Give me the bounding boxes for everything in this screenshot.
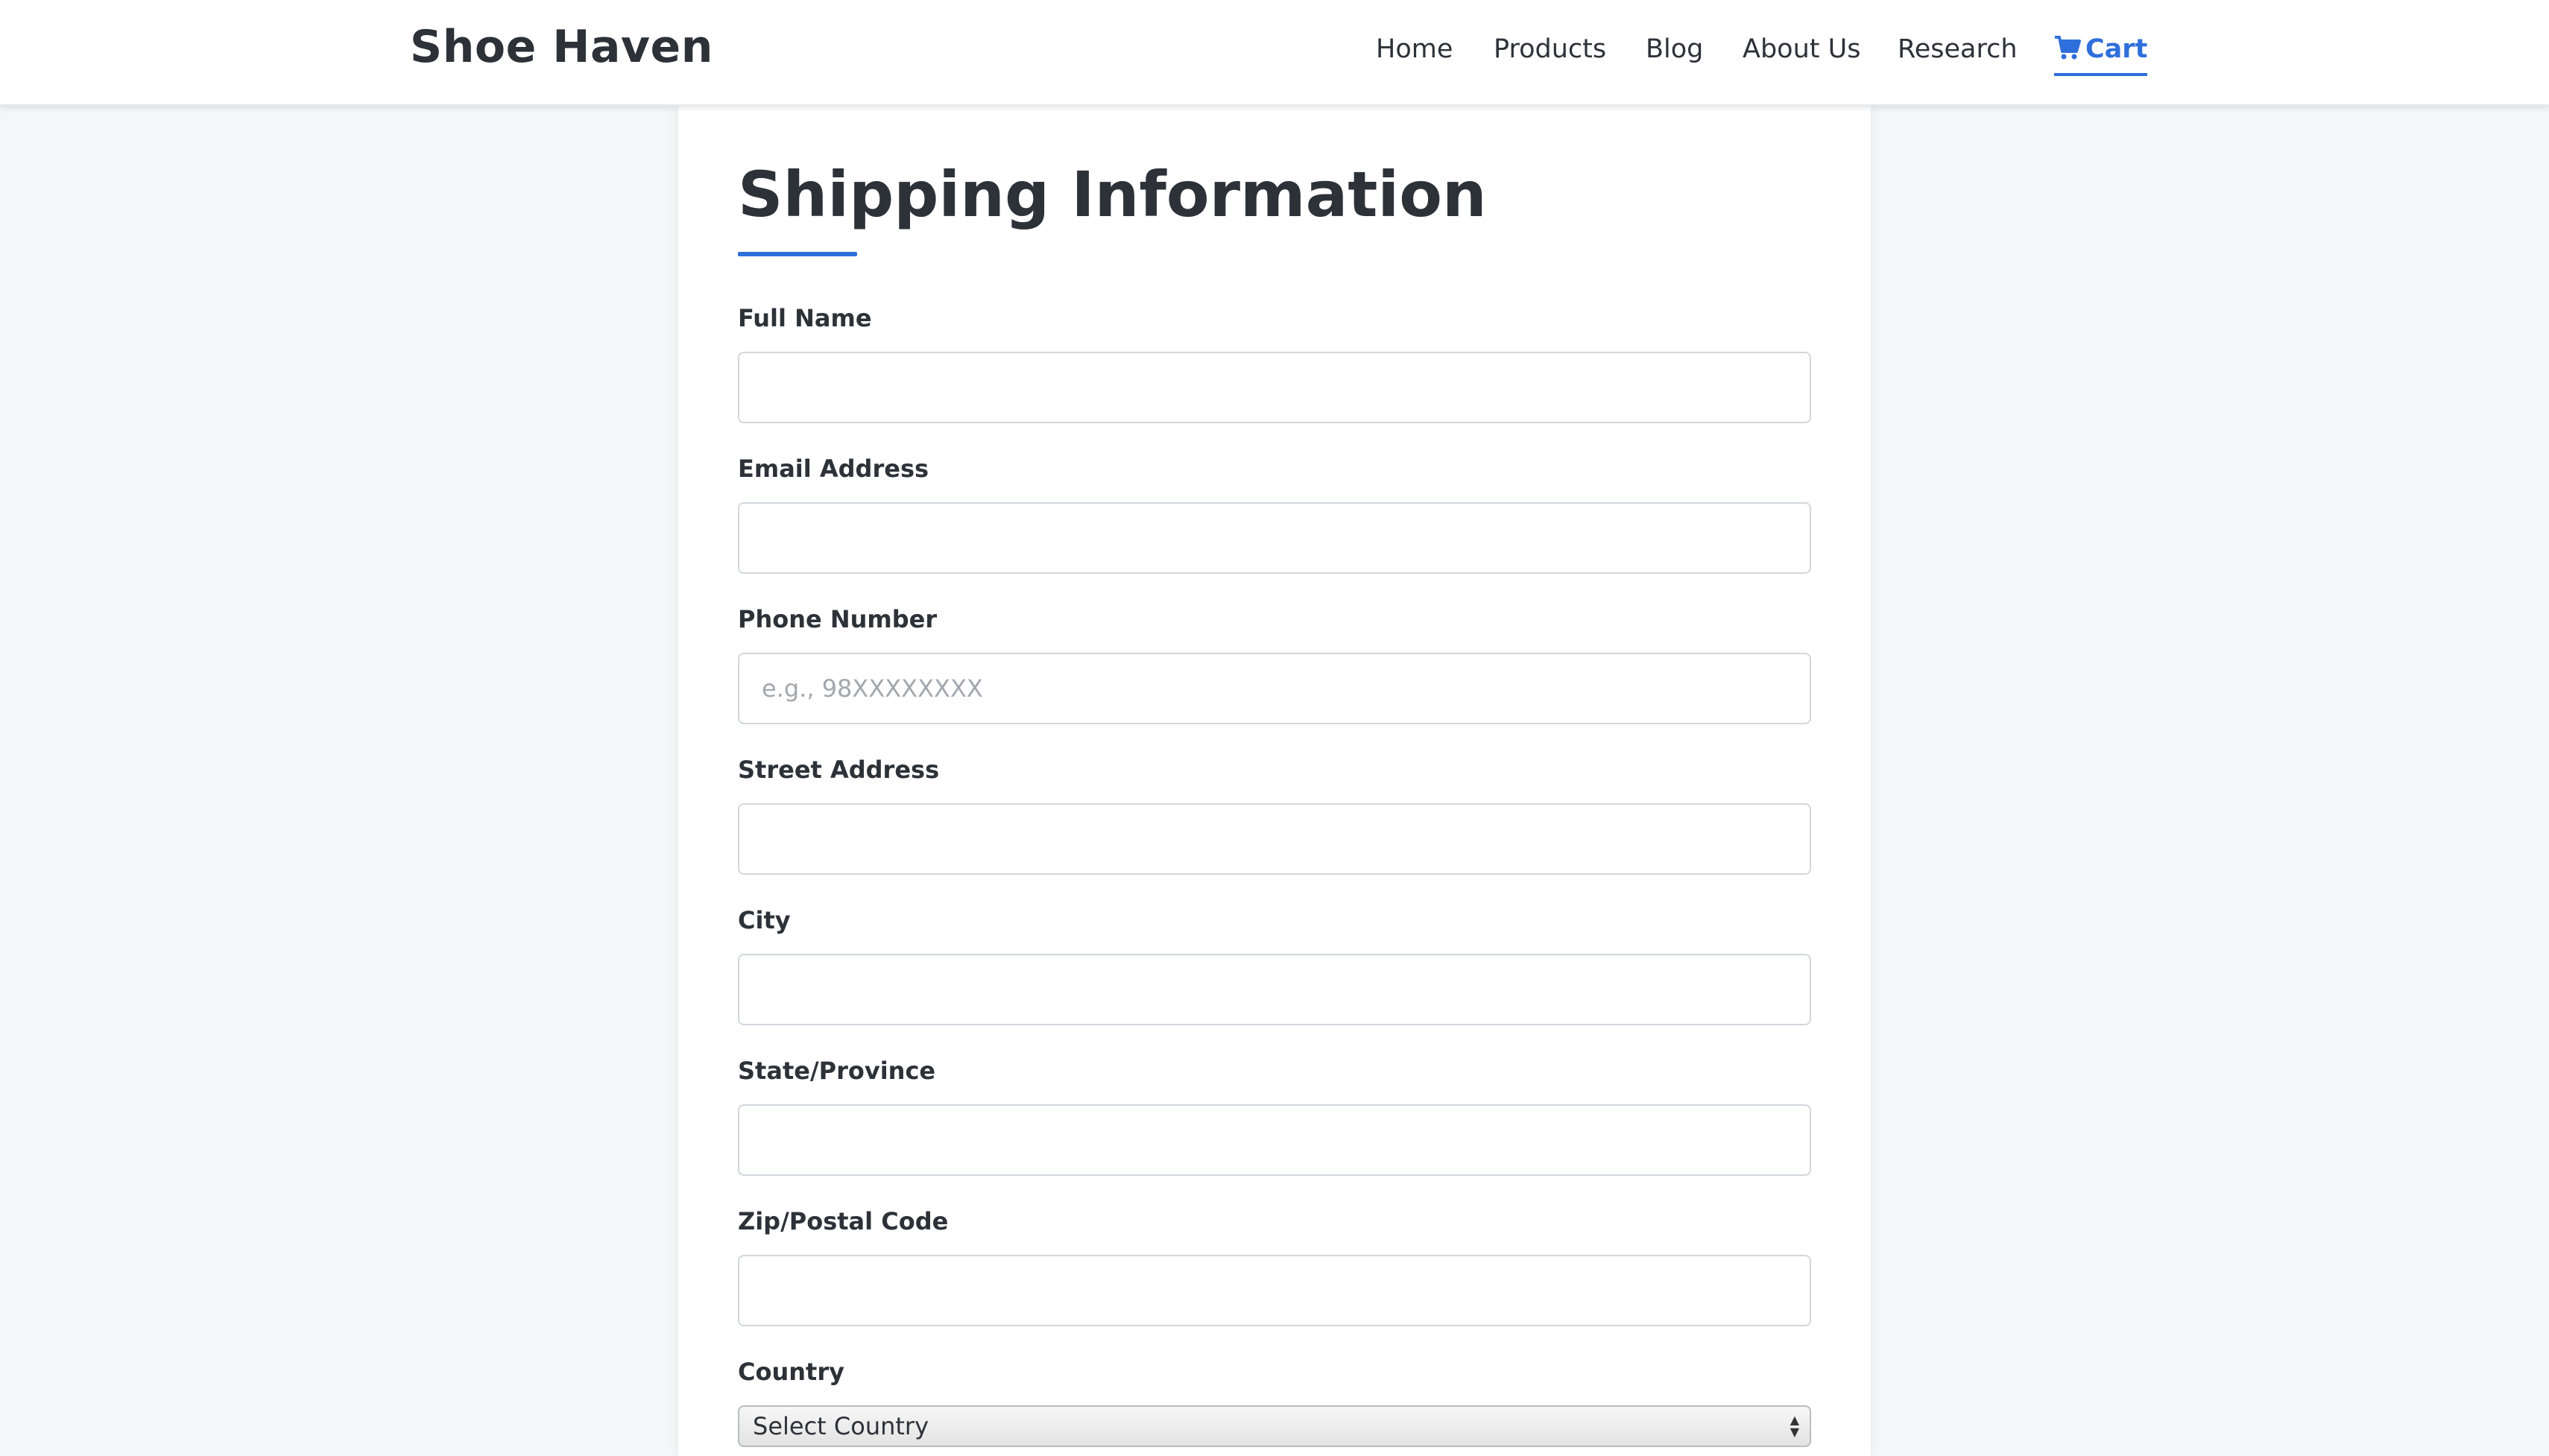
email-address-input[interactable] — [738, 502, 1811, 574]
page-title: Shipping Information — [738, 158, 1487, 231]
title-underline — [738, 252, 857, 256]
city-input[interactable] — [738, 954, 1811, 1025]
street-address-input[interactable] — [738, 803, 1811, 875]
country-label: Country — [738, 1358, 844, 1386]
nav-link-blog[interactable]: Blog — [1646, 33, 1703, 66]
zip-postal-code-input[interactable] — [738, 1255, 1811, 1326]
state-province-input[interactable] — [738, 1104, 1811, 1176]
nav-link-products[interactable]: Products — [1494, 33, 1606, 66]
street-address-label: Street Address — [738, 756, 940, 784]
state-province-label: State/Province — [738, 1057, 936, 1085]
nav-link-home[interactable]: Home — [1376, 33, 1453, 66]
shipping-form-card: Shipping Information Full Name Email Add… — [678, 106, 1871, 1456]
select-arrows-icon: ▲ ▼ — [1790, 1413, 1799, 1439]
city-label: City — [738, 906, 791, 934]
phone-number-label: Phone Number — [738, 605, 938, 633]
top-navbar: Shoe Haven Home Products Blog About Us R… — [0, 0, 2549, 106]
country-select-value: Select Country — [753, 1412, 929, 1440]
cart-icon — [2054, 35, 2081, 69]
country-select[interactable]: Select Country ▲ ▼ — [738, 1405, 1811, 1447]
full-name-input[interactable] — [738, 352, 1811, 423]
email-address-label: Email Address — [738, 455, 929, 483]
full-name-label: Full Name — [738, 304, 872, 332]
zip-postal-code-label: Zip/Postal Code — [738, 1207, 949, 1235]
nav-link-about-us[interactable]: About Us — [1743, 33, 1860, 66]
cart-label: Cart — [2085, 34, 2148, 64]
phone-number-input[interactable] — [738, 653, 1811, 724]
main-nav: Home Products Blog About Us Research Car… — [0, 33, 2549, 77]
nav-link-cart[interactable]: Cart — [2054, 33, 2148, 76]
nav-link-research[interactable]: Research — [1898, 33, 2018, 66]
